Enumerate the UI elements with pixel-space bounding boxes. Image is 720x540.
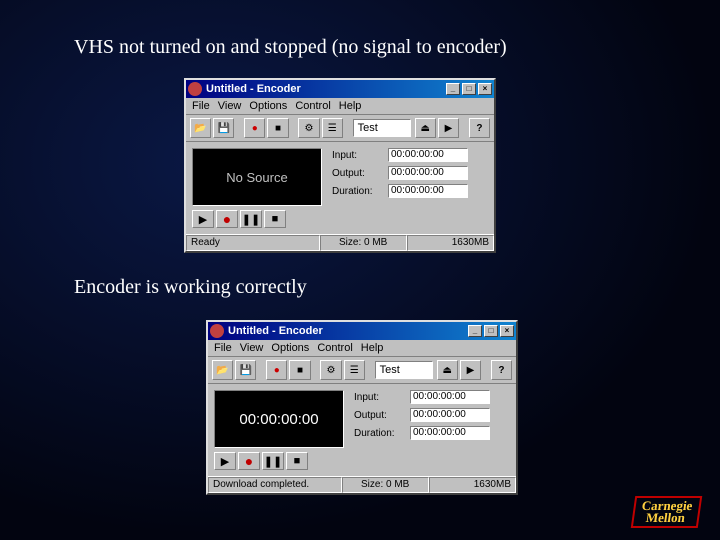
input-label: Input:: [332, 150, 382, 161]
input-label: Input:: [354, 392, 404, 403]
output-value: 00:00:00:00: [410, 408, 490, 422]
playback-controls: ▶ ● ❚❚ ■: [192, 210, 322, 228]
menu-options[interactable]: Options: [249, 100, 287, 112]
play-button[interactable]: ▶: [214, 452, 236, 470]
close-button[interactable]: ×: [478, 83, 492, 95]
tool-eject-icon[interactable]: ⏏: [437, 360, 458, 380]
status-text: Download completed.: [208, 477, 342, 493]
tool-props-icon[interactable]: ☰: [322, 118, 343, 138]
tool-props-icon[interactable]: ☰: [344, 360, 365, 380]
duration-value: 00:00:00:00: [410, 426, 490, 440]
cmu-line2: Mellon: [640, 512, 692, 524]
menu-file[interactable]: File: [214, 342, 232, 354]
menu-control[interactable]: Control: [317, 342, 352, 354]
output-label: Output:: [332, 168, 382, 179]
status-rate: 1630MB: [407, 235, 494, 251]
statusbar: Download completed. Size: 0 MB 1630MB: [208, 476, 516, 493]
output-value: 00:00:00:00: [388, 166, 468, 180]
tool-help-icon[interactable]: ?: [491, 360, 512, 380]
titlebar[interactable]: Untitled - Encoder _ □ ×: [186, 80, 494, 98]
encoder-window-nosignal: Untitled - Encoder _ □ × File View Optio…: [184, 78, 496, 253]
playback-controls: ▶ ● ❚❚ ■: [214, 452, 344, 470]
stats-panel: Input: 00:00:00:00 Output: 00:00:00:00 D…: [332, 148, 488, 228]
tool-stop-icon[interactable]: ■: [289, 360, 310, 380]
status-text: Ready: [186, 235, 320, 251]
record-button[interactable]: ●: [216, 210, 238, 228]
tool-eject-icon[interactable]: ⏏: [415, 118, 436, 138]
toolbar-name-input[interactable]: Test: [375, 361, 433, 379]
preview-panel: No Source: [192, 148, 322, 206]
stop-button[interactable]: ■: [264, 210, 286, 228]
app-icon: [188, 82, 202, 96]
pause-button[interactable]: ❚❚: [262, 452, 284, 470]
play-button[interactable]: ▶: [192, 210, 214, 228]
maximize-button[interactable]: □: [484, 325, 498, 337]
maximize-button[interactable]: □: [462, 83, 476, 95]
input-value: 00:00:00:00: [410, 390, 490, 404]
tool-settings-icon[interactable]: ⚙: [320, 360, 341, 380]
minimize-button[interactable]: _: [468, 325, 482, 337]
duration-label: Duration:: [332, 186, 382, 197]
tool-open-icon[interactable]: 📂: [190, 118, 211, 138]
menubar: File View Options Control Help: [208, 340, 516, 357]
titlebar[interactable]: Untitled - Encoder _ □ ×: [208, 322, 516, 340]
status-size: Size: 0 MB: [320, 235, 407, 251]
window-title: Untitled - Encoder: [228, 325, 323, 337]
caption-no-signal: VHS not turned on and stopped (no signal…: [74, 36, 507, 59]
menu-help[interactable]: Help: [339, 100, 362, 112]
tool-record-icon[interactable]: ●: [266, 360, 287, 380]
content-area: 00:00:00:00 ▶ ● ❚❚ ■ Input: 00:00:00:00 …: [208, 384, 516, 476]
duration-label: Duration:: [354, 428, 404, 439]
statusbar: Ready Size: 0 MB 1630MB: [186, 234, 494, 251]
menubar: File View Options Control Help: [186, 98, 494, 115]
tool-help-icon[interactable]: ?: [469, 118, 490, 138]
preview-panel: 00:00:00:00: [214, 390, 344, 448]
tool-save-icon[interactable]: 💾: [213, 118, 234, 138]
app-icon: [210, 324, 224, 338]
output-label: Output:: [354, 410, 404, 421]
caption-working: Encoder is working correctly: [74, 276, 307, 299]
stats-panel: Input: 00:00:00:00 Output: 00:00:00:00 D…: [354, 390, 510, 470]
toolbar: 📂 💾 ● ■ ⚙ ☰ Test ⏏ ▶ ?: [186, 115, 494, 142]
tool-stop-icon[interactable]: ■: [267, 118, 288, 138]
menu-file[interactable]: File: [192, 100, 210, 112]
pause-button[interactable]: ❚❚: [240, 210, 262, 228]
cmu-logo: Carnegie Mellon: [631, 496, 702, 528]
record-button[interactable]: ●: [238, 452, 260, 470]
menu-control[interactable]: Control: [295, 100, 330, 112]
content-area: No Source ▶ ● ❚❚ ■ Input: 00:00:00:00 Ou…: [186, 142, 494, 234]
status-size: Size: 0 MB: [342, 477, 429, 493]
window-title: Untitled - Encoder: [206, 83, 301, 95]
encoder-window-working: Untitled - Encoder _ □ × File View Optio…: [206, 320, 518, 495]
minimize-button[interactable]: _: [446, 83, 460, 95]
menu-options[interactable]: Options: [271, 342, 309, 354]
tool-settings-icon[interactable]: ⚙: [298, 118, 319, 138]
tool-save-icon[interactable]: 💾: [235, 360, 256, 380]
menu-help[interactable]: Help: [361, 342, 384, 354]
tool-play-icon[interactable]: ▶: [460, 360, 481, 380]
status-rate: 1630MB: [429, 477, 516, 493]
tool-play-icon[interactable]: ▶: [438, 118, 459, 138]
tool-record-icon[interactable]: ●: [244, 118, 265, 138]
close-button[interactable]: ×: [500, 325, 514, 337]
menu-view[interactable]: View: [240, 342, 264, 354]
toolbar: 📂 💾 ● ■ ⚙ ☰ Test ⏏ ▶ ?: [208, 357, 516, 384]
menu-view[interactable]: View: [218, 100, 242, 112]
toolbar-name-input[interactable]: Test: [353, 119, 411, 137]
duration-value: 00:00:00:00: [388, 184, 468, 198]
stop-button[interactable]: ■: [286, 452, 308, 470]
input-value: 00:00:00:00: [388, 148, 468, 162]
tool-open-icon[interactable]: 📂: [212, 360, 233, 380]
